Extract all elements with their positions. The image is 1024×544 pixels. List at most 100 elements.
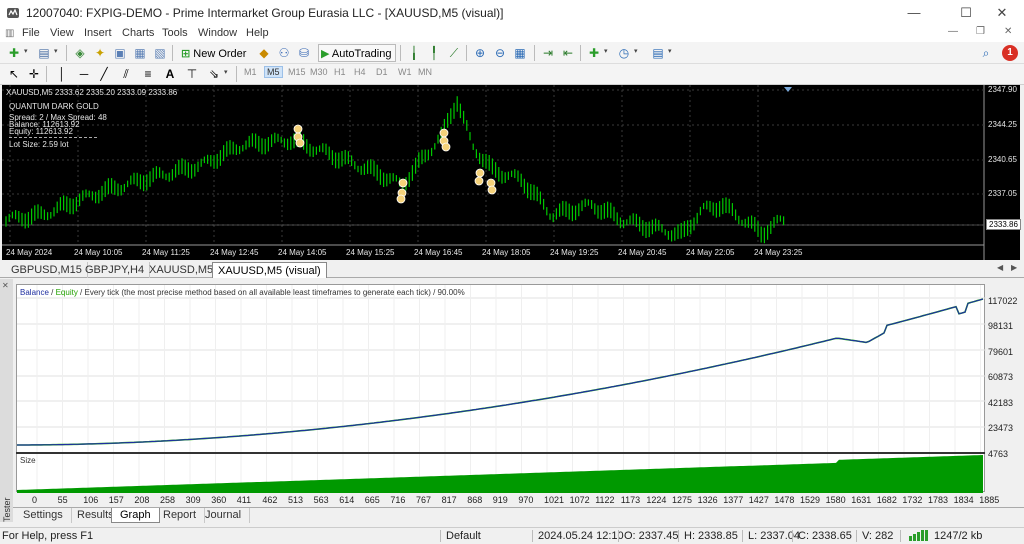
- signals-icon[interactable]: ⚇: [276, 45, 292, 61]
- trade-marker: [293, 124, 303, 134]
- chart-tab-xauusd-m5[interactable]: XAUUSD,M5: [144, 262, 220, 278]
- bar-chart-icon[interactable]: ╽: [406, 45, 422, 61]
- time-label: 24 May 2024: [6, 248, 53, 257]
- auto-scroll-icon[interactable]: ⇥: [540, 45, 556, 61]
- timeframe-m1[interactable]: M1: [244, 67, 257, 77]
- dropdown-arrow-icon[interactable]: ▾: [24, 47, 28, 55]
- chart-shift-marker[interactable]: [784, 87, 792, 92]
- x-axis-label: 411: [236, 495, 252, 505]
- minimize-button[interactable]: —: [892, 2, 936, 24]
- dropdown-arrow-icon[interactable]: ▾: [54, 47, 58, 55]
- market-icon[interactable]: ⛁: [296, 45, 312, 61]
- menu-file[interactable]: File: [22, 27, 40, 39]
- timeframe-m30[interactable]: M30: [310, 67, 328, 77]
- price-label: 2344.25: [988, 120, 1017, 129]
- chart-tab-xauusd-m5-visual[interactable]: XAUUSD,M5 (visual): [212, 262, 327, 278]
- new-chart-icon[interactable]: ✚: [6, 45, 22, 61]
- terminal-icon[interactable]: ▦: [132, 45, 148, 61]
- navigator-icon[interactable]: ▣: [112, 45, 128, 61]
- menu-help[interactable]: Help: [246, 27, 269, 39]
- x-axis-label: 1478: [774, 495, 795, 505]
- time-label: 24 May 15:25: [346, 248, 395, 257]
- price-chart-canvas[interactable]: [2, 85, 1020, 260]
- text-label-icon[interactable]: ⊤: [184, 66, 200, 82]
- minimize-child-icon[interactable]: —: [948, 26, 958, 37]
- chart-shift-icon[interactable]: ⇤: [560, 45, 576, 61]
- status-separator: [856, 530, 857, 542]
- chart-tab-gbpjpy-h4[interactable]: GBPJPY,H4: [80, 262, 151, 278]
- search-icon[interactable]: ⌕: [978, 45, 994, 61]
- dropdown-arrow-icon[interactable]: ▾: [224, 68, 228, 76]
- market-watch-icon[interactable]: ◈: [72, 45, 88, 61]
- timeframe-h4[interactable]: H4: [354, 67, 366, 77]
- zoom-out-icon[interactable]: ⊖: [492, 45, 508, 61]
- timeframe-mn[interactable]: MN: [418, 67, 432, 77]
- status-separator: [742, 530, 743, 542]
- legend-balance: Balance: [20, 288, 49, 297]
- line-chart-icon[interactable]: ⟋: [446, 45, 462, 61]
- x-axis-label: 1122: [595, 495, 615, 505]
- crosshair-icon[interactable]: ✛: [26, 66, 42, 82]
- menu-insert[interactable]: Insert: [84, 27, 112, 39]
- trendline-icon[interactable]: ╱: [96, 66, 112, 82]
- zoom-in-icon[interactable]: ⊕: [472, 45, 488, 61]
- x-axis-label: 1072: [569, 495, 590, 505]
- x-axis-label: 817: [441, 495, 457, 505]
- autotrading-button[interactable]: ▶ AutoTrading: [318, 44, 396, 62]
- vertical-line-icon[interactable]: │: [54, 66, 70, 82]
- horizontal-line-icon[interactable]: ─: [76, 66, 92, 82]
- tile-windows-icon[interactable]: ▦: [512, 45, 528, 61]
- candlestick-icon[interactable]: ╿: [426, 45, 442, 61]
- equidistant-channel-icon[interactable]: ⫽: [118, 66, 134, 82]
- status-volume: V: 282: [862, 530, 894, 542]
- dropdown-arrow-icon[interactable]: ▾: [668, 47, 672, 55]
- dropdown-arrow-icon[interactable]: ▾: [604, 47, 608, 55]
- menu-view[interactable]: View: [50, 27, 74, 39]
- close-child-icon[interactable]: ✕: [1004, 26, 1012, 37]
- price-chart[interactable]: XAUUSD,M5 2333.62 2335.20 2333.09 2333.8…: [2, 85, 1021, 260]
- restore-child-icon[interactable]: ❐: [976, 26, 985, 37]
- timeframe-m15[interactable]: M15: [288, 67, 306, 77]
- data-window-icon[interactable]: ✦: [92, 45, 108, 61]
- menu-tools[interactable]: Tools: [162, 27, 188, 39]
- timeframe-h1[interactable]: H1: [334, 67, 346, 77]
- chart-tab-gbpusd-m15[interactable]: GBPUSD,M15: [6, 262, 88, 278]
- new-order-button[interactable]: ⊞ New Order: [178, 44, 254, 62]
- tab-scroll-right-icon[interactable]: ▶: [1011, 263, 1017, 272]
- x-axis-label: 157: [108, 495, 124, 505]
- tab-graph[interactable]: Graph: [111, 508, 160, 523]
- templates-icon[interactable]: ▤: [650, 45, 666, 61]
- drawing-toolbar: ↖ ✛ │ ─ ╱ ⫽ ≡ A ⊤ ⇘ ▾ M1 M5 M15 M30 H1 H…: [0, 64, 1024, 85]
- timeframe-w1[interactable]: W1: [398, 67, 412, 77]
- periods-icon[interactable]: ◷: [616, 45, 632, 61]
- dropdown-arrow-icon[interactable]: ▾: [634, 47, 638, 55]
- strategy-tester-icon[interactable]: ▧: [152, 45, 168, 61]
- tab-scroll-left-icon[interactable]: ◀: [997, 263, 1003, 272]
- arrows-icon[interactable]: ⇘: [206, 66, 222, 82]
- toolbar-separator: [466, 45, 467, 61]
- indicators-icon[interactable]: ✚: [586, 45, 602, 61]
- balance-graph[interactable]: Balance / Equity / Every tick (the most …: [16, 284, 986, 493]
- timeframe-m5[interactable]: M5: [264, 66, 283, 78]
- trade-marker: [398, 178, 408, 188]
- close-button[interactable]: ✕: [980, 2, 1024, 24]
- x-axis-label: 258: [160, 495, 176, 505]
- menu-window[interactable]: Window: [198, 27, 237, 39]
- profiles-icon[interactable]: ▤: [36, 45, 52, 61]
- x-axis-label: 1631: [851, 495, 872, 505]
- text-icon[interactable]: A: [162, 66, 178, 82]
- tab-settings[interactable]: Settings: [15, 508, 72, 523]
- timeframe-d1[interactable]: D1: [376, 67, 388, 77]
- fibonacci-icon[interactable]: ≡: [140, 66, 156, 82]
- close-panel-icon[interactable]: ✕: [2, 281, 9, 290]
- tab-journal[interactable]: Journal: [197, 508, 251, 523]
- chart-icon[interactable]: ▥: [5, 28, 14, 39]
- notifications-badge[interactable]: 1: [1002, 45, 1018, 61]
- x-axis-label: 868: [467, 495, 483, 505]
- new-order-icon: ⊞: [181, 48, 191, 60]
- status-separator: [900, 530, 901, 542]
- menu-charts[interactable]: Charts: [122, 27, 154, 39]
- x-axis-label: 1326: [697, 495, 718, 505]
- metaeditor-icon[interactable]: ◆: [256, 45, 272, 61]
- cursor-icon[interactable]: ↖: [6, 66, 22, 82]
